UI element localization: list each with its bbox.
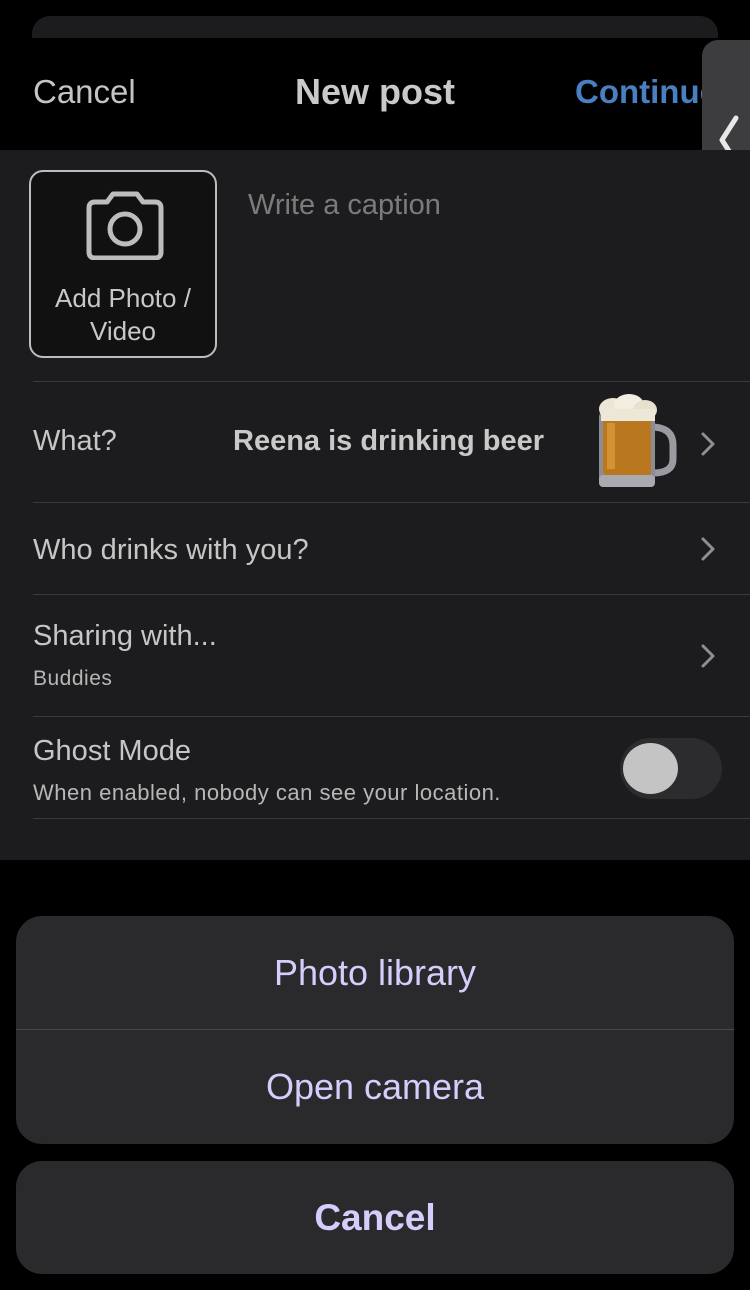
add-photo-label: Add Photo / Video xyxy=(31,282,215,348)
add-photo-label-line1: Add Photo / xyxy=(55,283,191,313)
chevron-right-icon xyxy=(701,644,715,668)
add-photo-label-line2: Video xyxy=(89,316,157,346)
divider xyxy=(33,716,750,717)
ghost-mode-description: When enabled, nobody can see your locati… xyxy=(33,780,501,805)
action-sheet-cancel-button[interactable]: Cancel xyxy=(16,1161,734,1274)
divider xyxy=(33,594,750,595)
chevron-right-icon xyxy=(701,537,715,561)
ghost-mode-label: Ghost Mode xyxy=(33,735,191,767)
chevron-right-icon xyxy=(701,432,715,456)
toggle-knob xyxy=(623,743,678,794)
divider xyxy=(33,502,750,503)
screen: Cancel New post Continue Add Photo / Vid… xyxy=(0,0,750,1290)
divider xyxy=(33,818,750,819)
ghost-mode-toggle[interactable] xyxy=(620,738,722,799)
background-sheet-edge xyxy=(32,16,718,38)
open-camera-button[interactable]: Open camera xyxy=(16,1030,734,1143)
sharing-value: Buddies xyxy=(33,667,113,690)
action-sheet-options: Photo library Open camera xyxy=(16,916,734,1144)
add-photo-video-button[interactable]: Add Photo / Video xyxy=(29,170,217,358)
camera-icon xyxy=(86,191,164,260)
who-drinks-label: Who drinks with you? xyxy=(33,534,309,566)
photo-library-button[interactable]: Photo library xyxy=(16,916,734,1029)
what-label: What? xyxy=(33,425,117,457)
what-value: Reena is drinking beer xyxy=(233,425,545,457)
divider xyxy=(33,381,750,382)
beer-mug-icon xyxy=(599,394,677,487)
sharing-label: Sharing with... xyxy=(33,620,217,652)
continue-button[interactable]: Continue xyxy=(575,73,718,111)
caption-input[interactable] xyxy=(248,180,688,230)
